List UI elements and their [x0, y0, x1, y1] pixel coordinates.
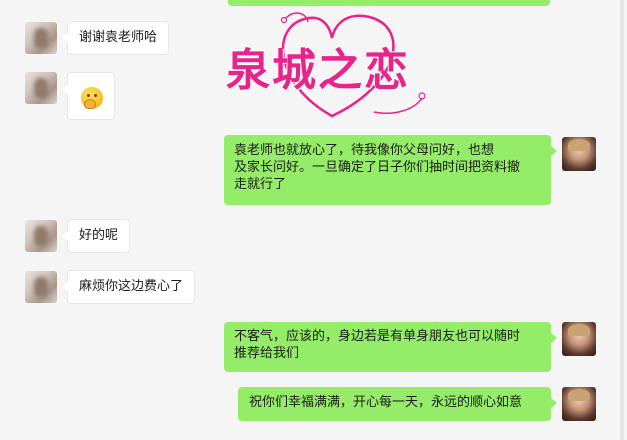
message-text-line: 不客气，应该的，身边若是有单身朋友也可以随时 — [234, 329, 521, 344]
contact-avatar[interactable] — [25, 22, 57, 54]
message-bubble-incoming[interactable]: 好的呢 — [61, 219, 131, 253]
message-bubble-outgoing[interactable]: 祝你们幸福满满，开心每一天，永远的顺心如意 — [238, 387, 557, 421]
user-avatar[interactable] — [562, 137, 596, 171]
contact-avatar[interactable] — [25, 220, 57, 252]
message-bubble-outgoing[interactable]: 袁老师也就放心了，待我像你父母问好，也想 及家长问好。一旦确定了日子你们抽时间把… — [224, 135, 557, 205]
message-text: 麻烦你这边费心了 — [79, 279, 184, 294]
contact-avatar[interactable] — [25, 271, 57, 303]
thinking-emoji-icon — [81, 87, 103, 109]
message-bubble-incoming[interactable]: 谢谢袁老师哈 — [61, 21, 170, 55]
contact-avatar[interactable] — [25, 72, 57, 104]
scrollbar[interactable] — [620, 0, 624, 440]
chat-message-list: 泉城之恋 谢谢袁老师哈 袁老师也就放心了，待我像你父母问好，也想 及家长问好。一… — [0, 0, 627, 440]
message-bubble-incoming[interactable]: 麻烦你这边费心了 — [61, 270, 196, 304]
message-text-line: 走就行了 — [234, 177, 287, 192]
message-bubble-outgoing[interactable]: 不客气，应该的，身边若是有单身朋友也可以随时 推荐给我们 — [224, 322, 557, 372]
watermark-text: 泉城之恋 — [226, 45, 410, 96]
watermark-logo: 泉城之恋 — [214, 4, 450, 124]
user-avatar[interactable] — [562, 322, 596, 356]
message-text: 好的呢 — [79, 228, 119, 243]
message-text-line: 推荐给我们 — [234, 346, 300, 361]
user-avatar[interactable] — [562, 387, 596, 421]
message-text-line: 及家长问好。一旦确定了日子你们抽时间把资料撤 — [234, 160, 521, 175]
message-text-line: 袁老师也就放心了，待我像你父母问好，也想 — [234, 143, 495, 158]
message-text: 谢谢袁老师哈 — [79, 30, 158, 45]
message-text: 祝你们幸福满满，开心每一天，永远的顺心如意 — [249, 395, 523, 410]
message-bubble-incoming[interactable] — [62, 72, 115, 120]
